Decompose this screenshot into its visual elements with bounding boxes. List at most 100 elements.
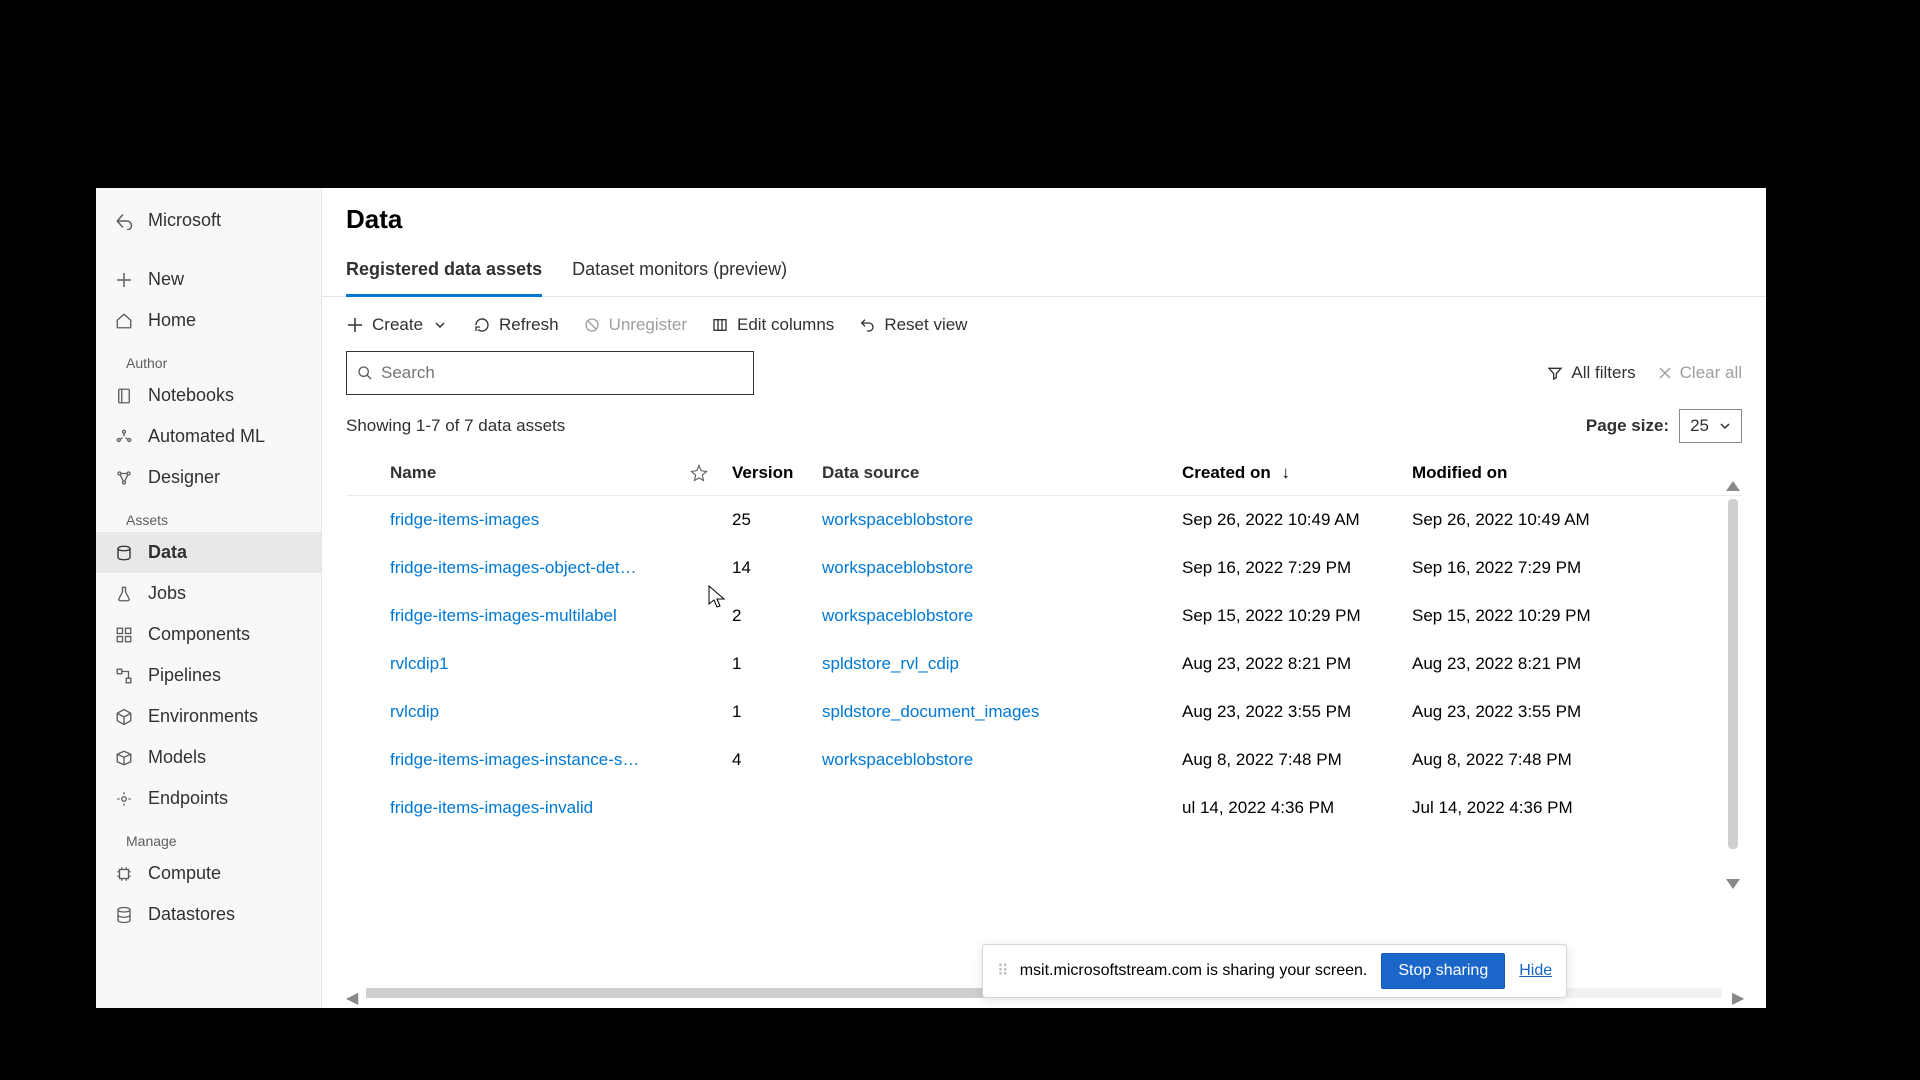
row-modified: Aug 8, 2022 7:48 PM [1412, 750, 1642, 770]
row-datasource-link[interactable]: workspaceblobstore [822, 606, 1182, 626]
table-row[interactable]: fridge-items-images-multilabel2workspace… [346, 592, 1742, 640]
column-datasource[interactable]: Data source [822, 463, 1182, 483]
create-button[interactable]: Create [346, 315, 449, 335]
table-row[interactable]: fridge-items-images-invalid ul 14, 2022 4… [346, 784, 1742, 832]
edit-columns-button[interactable]: Edit columns [711, 315, 834, 335]
search-box[interactable] [346, 351, 754, 395]
sidebar-data[interactable]: Data [96, 532, 321, 573]
row-datasource-link[interactable]: workspaceblobstore [822, 510, 1182, 530]
notebook-icon [114, 386, 134, 406]
sidebar-models[interactable]: Models [96, 737, 321, 778]
refresh-button[interactable]: Refresh [473, 315, 559, 335]
sidebar-item-label: Jobs [148, 583, 186, 604]
table-row[interactable]: fridge-items-images25workspaceblobstoreS… [346, 496, 1742, 544]
row-name-link[interactable]: fridge-items-images [390, 510, 690, 530]
tab-dataset-monitors[interactable]: Dataset monitors (preview) [572, 251, 787, 297]
reset-view-button[interactable]: Reset view [858, 315, 967, 335]
scroll-right-icon[interactable]: ▶ [1732, 988, 1742, 998]
flask-icon [114, 584, 134, 604]
scroll-left-icon[interactable]: ◀ [346, 988, 356, 998]
row-name-link[interactable]: fridge-items-images-invalid [390, 798, 690, 818]
drag-handle-icon[interactable]: ⠿ [997, 961, 1006, 981]
sidebar-environments[interactable]: Environments [96, 696, 321, 737]
sidebar-group-author: Author [96, 341, 321, 375]
main-content: Data Registered data assets Dataset moni… [322, 188, 1766, 1008]
column-modified[interactable]: Modified on [1412, 463, 1642, 483]
sidebar-group-assets: Assets [96, 498, 321, 532]
sort-descending-icon: ↓ [1282, 463, 1291, 482]
row-name-link[interactable]: fridge-items-images-instance-s… [390, 750, 690, 770]
sidebar-pipelines[interactable]: Pipelines [96, 655, 321, 696]
row-name-link[interactable]: fridge-items-images-object-det… [390, 558, 690, 578]
sidebar-item-label: Endpoints [148, 788, 228, 809]
chip-icon [114, 864, 134, 884]
share-notice-text: msit.microsoftstream.com is sharing your… [1020, 962, 1368, 980]
row-datasource-link[interactable]: workspaceblobstore [822, 750, 1182, 770]
sidebar-datastores[interactable]: Datastores [96, 894, 321, 935]
row-modified: Sep 26, 2022 10:49 AM [1412, 510, 1642, 530]
column-name[interactable]: Name [390, 463, 690, 483]
page-size-select[interactable]: 25 [1679, 409, 1742, 443]
page-size-value: 25 [1690, 416, 1709, 436]
sidebar-designer[interactable]: Designer [96, 457, 321, 498]
row-created: Sep 16, 2022 7:29 PM [1182, 558, 1412, 578]
table-row[interactable]: rvlcdip11spldstore_rvl_cdipAug 23, 2022 … [346, 640, 1742, 688]
stop-sharing-button[interactable]: Stop sharing [1381, 953, 1505, 989]
sidebar-item-label: Notebooks [148, 385, 234, 406]
row-created: Aug 23, 2022 8:21 PM [1182, 654, 1412, 674]
sidebar-jobs[interactable]: Jobs [96, 573, 321, 614]
screen-share-notice: ⠿ msit.microsoftstream.com is sharing yo… [982, 944, 1567, 998]
sidebar-group-manage: Manage [96, 819, 321, 853]
column-created[interactable]: Created on ↓ [1182, 463, 1412, 483]
row-name-link[interactable]: rvlcdip1 [390, 654, 690, 674]
vertical-scrollbar[interactable] [1728, 499, 1738, 849]
row-datasource-link[interactable]: spldstore_document_images [822, 702, 1182, 722]
workspace-switcher[interactable]: Microsoft [96, 200, 321, 241]
row-created: Sep 26, 2022 10:49 AM [1182, 510, 1412, 530]
unregister-icon [583, 316, 601, 334]
sidebar-item-label: New [148, 269, 184, 290]
sidebar-compute[interactable]: Compute [96, 853, 321, 894]
cube-icon [114, 707, 134, 727]
column-version[interactable]: Version [732, 463, 822, 483]
table-row[interactable]: fridge-items-images-object-det…14workspa… [346, 544, 1742, 592]
columns-icon [711, 316, 729, 334]
row-name-link[interactable]: fridge-items-images-multilabel [390, 606, 690, 626]
endpoint-icon [114, 789, 134, 809]
data-icon [114, 543, 134, 563]
all-filters-button[interactable]: All filters [1547, 363, 1635, 383]
row-created: ul 14, 2022 4:36 PM [1182, 798, 1412, 818]
search-icon [357, 365, 373, 381]
workspace-name: Microsoft [148, 210, 221, 231]
tabs: Registered data assets Dataset monitors … [322, 243, 1766, 297]
column-favorite[interactable] [690, 464, 732, 482]
sidebar-notebooks[interactable]: Notebooks [96, 375, 321, 416]
sidebar-item-label: Compute [148, 863, 221, 884]
hide-link[interactable]: Hide [1519, 962, 1552, 980]
pipeline-icon [114, 666, 134, 686]
sidebar-home[interactable]: Home [96, 300, 321, 341]
row-datasource-link[interactable]: workspaceblobstore [822, 558, 1182, 578]
button-label: Refresh [499, 315, 559, 335]
designer-icon [114, 468, 134, 488]
data-table: Name Version Data source Created on ↓ Mo… [322, 451, 1766, 1008]
sidebar-components[interactable]: Components [96, 614, 321, 655]
row-modified: Aug 23, 2022 8:21 PM [1412, 654, 1642, 674]
tab-registered-data-assets[interactable]: Registered data assets [346, 251, 542, 297]
row-version: 1 [732, 702, 822, 722]
sidebar-endpoints[interactable]: Endpoints [96, 778, 321, 819]
row-name-link[interactable]: rvlcdip [390, 702, 690, 722]
row-modified: Jul 14, 2022 4:36 PM [1412, 798, 1642, 818]
page-title: Data [322, 204, 1766, 243]
search-input[interactable] [381, 363, 743, 383]
button-label: Clear all [1680, 363, 1742, 383]
table-row[interactable]: rvlcdip 1spldstore_document_images Aug 23,… [346, 688, 1742, 736]
filter-bar: All filters Clear all [322, 335, 1766, 395]
sidebar-item-label: Pipelines [148, 665, 221, 686]
table-row[interactable]: fridge-items-images-instance-s…4workspac… [346, 736, 1742, 784]
row-modified: Aug 23, 2022 3:55 PM [1412, 702, 1642, 722]
row-datasource-link[interactable]: spldstore_rvl_cdip [822, 654, 1182, 674]
sidebar-automated-ml[interactable]: Automated ML [96, 416, 321, 457]
sidebar-new[interactable]: New [96, 259, 321, 300]
clear-all-button[interactable]: Clear all [1658, 363, 1742, 383]
